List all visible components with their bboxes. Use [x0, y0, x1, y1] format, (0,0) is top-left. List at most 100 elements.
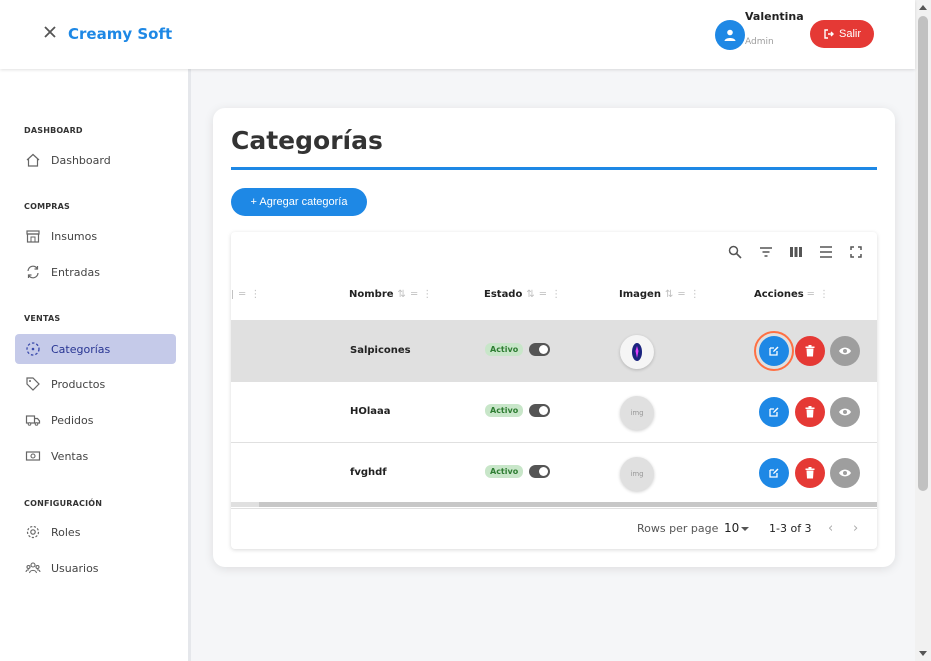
- delete-button[interactable]: [795, 397, 825, 427]
- sidebar-item-categorias[interactable]: Categorías: [15, 334, 176, 364]
- title-divider: [231, 167, 877, 170]
- category-image-broken: img: [620, 457, 654, 491]
- category-icon: [24, 340, 42, 358]
- density-icon[interactable]: [818, 244, 834, 260]
- edit-button[interactable]: [759, 397, 789, 427]
- category-thumbnail-image: [632, 343, 642, 361]
- tag-icon: [24, 375, 42, 393]
- columns-icon[interactable]: [788, 244, 804, 260]
- column-header-imagen[interactable]: Imagen ⇅ ═ ⋮: [619, 289, 701, 300]
- top-bar: Creamy Soft Valentina Admin Salir: [0, 0, 915, 69]
- user-role: Admin: [745, 37, 774, 47]
- user-name: Valentina: [745, 10, 804, 23]
- main-card: Categorías + Agregar categoría ǀ ═ ⋮ Nom…: [213, 108, 895, 567]
- logout-label: Salir: [838, 28, 861, 40]
- trash-icon: [805, 467, 815, 479]
- status-toggle[interactable]: [529, 465, 550, 478]
- rows-per-page-label: Rows per page: [637, 522, 719, 535]
- search-icon[interactable]: [727, 244, 743, 260]
- table-header: ǀ ═ ⋮ Nombre ⇅ ═ ⋮ Estado ⇅ ═ ⋮ Imagen ⇅ ═ …: [231, 272, 877, 320]
- section-title-compras: COMPRAS: [24, 202, 71, 211]
- view-button[interactable]: [830, 397, 860, 427]
- next-page-icon[interactable]: ›: [853, 521, 858, 536]
- edit-button[interactable]: [754, 331, 794, 371]
- category-image-broken: img: [620, 396, 654, 430]
- delete-button[interactable]: [795, 336, 825, 366]
- column-header-acciones[interactable]: Acciones ═ ⋮: [754, 289, 830, 300]
- avatar[interactable]: [715, 20, 745, 50]
- sidebar-item-insumos[interactable]: Insumos: [15, 221, 176, 251]
- store-icon: [24, 227, 42, 245]
- logout-icon: [824, 29, 834, 39]
- chevron-down-icon[interactable]: [741, 527, 749, 531]
- section-title-dashboard: DASHBOARD: [24, 126, 83, 135]
- column-handle-hidden[interactable]: ǀ ═ ⋮: [231, 289, 261, 300]
- edit-button[interactable]: [759, 458, 789, 488]
- close-icon[interactable]: [40, 22, 60, 42]
- horizontal-scrollbar[interactable]: [231, 502, 877, 507]
- sidebar-item-label: Productos: [51, 377, 106, 391]
- categories-table: ǀ ═ ⋮ Nombre ⇅ ═ ⋮ Estado ⇅ ═ ⋮ Imagen ⇅ ═ …: [231, 232, 877, 549]
- sidebar-item-entradas[interactable]: Entradas: [15, 257, 176, 287]
- sidebar: DASHBOARD Dashboard COMPRAS Insumos Entr…: [0, 69, 191, 661]
- fullscreen-icon[interactable]: [848, 244, 864, 260]
- status-badge: Activo: [485, 465, 524, 478]
- refresh-icon: [24, 263, 42, 281]
- sidebar-item-ventas[interactable]: Ventas: [15, 441, 176, 471]
- status-toggle[interactable]: [529, 343, 550, 356]
- add-category-button[interactable]: + Agregar categoría: [231, 188, 367, 216]
- logout-button[interactable]: Salir: [810, 20, 874, 48]
- money-icon: [24, 447, 42, 465]
- column-header-estado[interactable]: Estado ⇅ ═ ⋮: [484, 289, 562, 300]
- sidebar-item-label: Categorías: [51, 342, 111, 356]
- sidebar-item-label: Insumos: [51, 229, 98, 243]
- eye-icon: [839, 408, 851, 416]
- sidebar-item-label: Pedidos: [51, 413, 94, 427]
- sidebar-item-label: Usuarios: [51, 561, 99, 575]
- category-name: fvghdf: [350, 467, 387, 478]
- gear-icon: [24, 523, 42, 541]
- user-icon: [724, 29, 736, 41]
- sidebar-item-label: Dashboard: [51, 153, 111, 167]
- eye-icon: [839, 469, 851, 477]
- sidebar-item-productos[interactable]: Productos: [15, 369, 176, 399]
- status-toggle[interactable]: [529, 404, 550, 417]
- table-row[interactable]: HOlaaa Activo img: [231, 381, 877, 442]
- category-image: [620, 335, 654, 369]
- page-scrollbar[interactable]: [915, 0, 931, 661]
- sidebar-item-label: Entradas: [51, 265, 100, 279]
- view-button[interactable]: [830, 336, 860, 366]
- edit-icon: [769, 407, 779, 417]
- scroll-down-icon[interactable]: [919, 651, 927, 656]
- status-badge: Activo: [485, 343, 524, 356]
- trash-icon: [805, 406, 815, 418]
- section-title-ventas: VENTAS: [24, 314, 61, 323]
- view-button[interactable]: [830, 458, 860, 488]
- scrollbar-thumb[interactable]: [918, 16, 928, 491]
- pagination: Rows per page 10 1-3 of 3 ‹ ›: [231, 508, 877, 549]
- rows-per-page-select[interactable]: 10: [724, 521, 739, 535]
- filter-icon[interactable]: [758, 244, 774, 260]
- sidebar-item-roles[interactable]: Roles: [15, 517, 176, 547]
- pagination-range: 1-3 of 3: [769, 522, 812, 535]
- column-header-nombre[interactable]: Nombre ⇅ ═ ⋮: [349, 289, 433, 300]
- scroll-up-icon[interactable]: [919, 5, 927, 10]
- sidebar-item-label: Roles: [51, 525, 81, 539]
- sidebar-item-pedidos[interactable]: Pedidos: [15, 405, 176, 435]
- status-badge: Activo: [485, 404, 524, 417]
- truck-icon: [24, 411, 42, 429]
- scrollbar-thumb[interactable]: [259, 502, 877, 507]
- table-row[interactable]: Salpicones Activo: [231, 320, 877, 381]
- edit-icon: [769, 346, 779, 356]
- table-row[interactable]: fvghdf Activo img: [231, 442, 877, 503]
- prev-page-icon[interactable]: ‹: [828, 521, 833, 536]
- home-icon: [24, 151, 42, 169]
- eye-icon: [839, 347, 851, 355]
- category-name: Salpicones: [350, 345, 411, 356]
- sidebar-item-usuarios[interactable]: Usuarios: [15, 553, 176, 583]
- edit-icon: [769, 468, 779, 478]
- sidebar-item-dashboard[interactable]: Dashboard: [15, 145, 176, 175]
- section-title-configuracion: CONFIGURACIÓN: [24, 499, 103, 508]
- page-title: Categorías: [231, 126, 383, 155]
- delete-button[interactable]: [795, 458, 825, 488]
